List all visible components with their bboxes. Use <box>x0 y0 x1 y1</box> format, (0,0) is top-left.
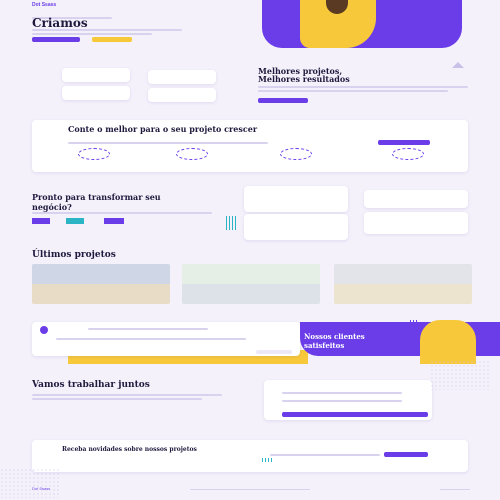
portfolio-image-2[interactable] <box>182 264 320 304</box>
newsletter-title: Receba novidades sobre nossos projetos <box>62 446 197 453</box>
about-card-4 <box>364 212 468 234</box>
decor-stripes-3 <box>262 458 274 462</box>
feature-card-web[interactable] <box>62 86 130 100</box>
contact-title: Vamos trabalhar juntos <box>32 380 150 390</box>
form-submit-button[interactable] <box>282 412 428 417</box>
decor-stripes <box>226 216 238 230</box>
testimonial-title: Nossos clientes satisfeitos <box>304 332 365 350</box>
newsletter-input[interactable] <box>270 454 380 456</box>
footer-links <box>190 489 310 490</box>
form-field-1[interactable] <box>282 392 402 394</box>
feature-card-apps[interactable] <box>148 88 216 102</box>
service-icon-2 <box>176 148 208 160</box>
testimonial-text-1 <box>88 328 208 330</box>
better-text-2 <box>258 90 448 92</box>
hero-title: Criamos <box>32 16 88 30</box>
about-card-3 <box>244 214 348 240</box>
services-title: Conte o melhor para o seu projeto cresce… <box>68 124 258 134</box>
better-cta-button[interactable] <box>258 98 308 103</box>
testimonial-text-2 <box>56 338 246 340</box>
better-text-1 <box>258 86 468 88</box>
hero-text-1 <box>32 29 182 31</box>
feature-card-code[interactable] <box>148 70 216 84</box>
about-card-1 <box>244 186 348 212</box>
about-stats <box>32 218 172 224</box>
service-icon-1 <box>78 148 110 160</box>
services-contact-button[interactable] <box>378 140 430 145</box>
triangle-icon <box>452 62 464 68</box>
about-text <box>32 212 212 214</box>
services-text <box>68 142 268 144</box>
portfolio-image-3[interactable] <box>334 264 472 304</box>
about-title: Pronto para transformar seu negócio? <box>32 192 161 212</box>
newsletter-button[interactable] <box>384 452 428 457</box>
service-icon-3 <box>280 148 312 160</box>
decor-dots-1 <box>0 468 60 498</box>
testimonial-button[interactable] <box>256 350 292 354</box>
service-icon-4 <box>392 148 424 160</box>
portfolio-image-1[interactable] <box>32 264 170 304</box>
better-title-2: Melhores resultados <box>258 74 350 84</box>
testimonial-person <box>420 320 476 364</box>
portfolio-title: Últimos projetos <box>32 250 116 260</box>
hero-text-2 <box>32 33 152 35</box>
decor-stripes-2 <box>410 320 419 334</box>
footer-social <box>440 489 470 490</box>
hero-more-button[interactable] <box>92 37 132 42</box>
logo[interactable]: Dot Ssass <box>32 2 56 8</box>
contact-text-2 <box>32 398 202 400</box>
feature-card-design[interactable] <box>62 68 130 82</box>
form-field-2[interactable] <box>282 400 402 402</box>
about-card-2 <box>364 190 468 208</box>
hero-contact-button[interactable] <box>32 37 80 42</box>
testimonial-avatar <box>40 326 48 334</box>
contact-text-1 <box>32 394 222 396</box>
decor-dots-2 <box>430 360 490 390</box>
